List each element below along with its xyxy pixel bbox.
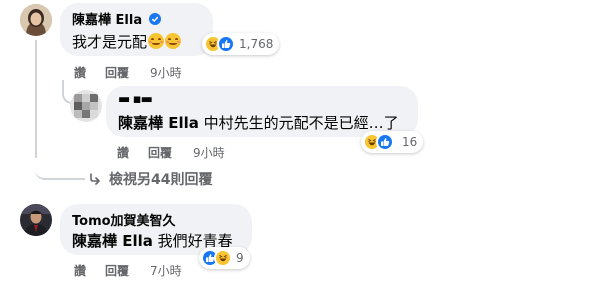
comment-author[interactable]: Tomo加賀美智久 (72, 210, 176, 229)
reaction-summary[interactable]: 9 (199, 247, 250, 269)
smiling-face-emoji-icon (148, 33, 165, 49)
smiling-face-emoji-icon (165, 33, 182, 49)
reaction-summary[interactable]: 1,768 (202, 33, 280, 55)
thread-line (35, 40, 37, 158)
reaction-count: 9 (236, 251, 244, 265)
mention-link[interactable]: 陳嘉樺 Ella (72, 232, 153, 250)
reply-button[interactable]: 回覆 (105, 64, 129, 81)
comment-timestamp[interactable]: 9小時 (150, 64, 182, 81)
avatar[interactable] (20, 204, 52, 236)
like-reaction-icon (376, 133, 394, 151)
verified-badge-icon (148, 13, 161, 25)
reply-button[interactable]: 回覆 (105, 262, 129, 279)
like-button[interactable]: 讚 (74, 64, 86, 81)
comment-text: 陳嘉樺 Ella 中村先生的元配不是已經…了 (118, 114, 399, 132)
view-more-replies[interactable]: 檢視另44則回覆 (89, 169, 212, 189)
reaction-count: 1,768 (239, 37, 274, 51)
mention-link[interactable]: 陳嘉樺 Ella (118, 114, 199, 132)
reply-arrow-icon (90, 173, 100, 185)
avatar-photo-icon (20, 204, 52, 236)
like-button[interactable]: 讚 (74, 262, 86, 279)
comment-timestamp[interactable]: 7小時 (150, 262, 182, 279)
thread-connector (35, 155, 85, 180)
pixelated-avatar-icon (70, 90, 102, 122)
avatar[interactable] (70, 90, 102, 122)
like-reaction-icon (217, 35, 235, 53)
reaction-summary[interactable]: 16 (361, 131, 424, 153)
like-button[interactable]: 讚 (117, 144, 129, 161)
avatar-photo-icon (20, 4, 52, 36)
comment-text: 我才是元配 (72, 31, 182, 52)
avatar[interactable] (20, 4, 52, 36)
comment-author[interactable]: ▬ ▪▬ (118, 92, 153, 107)
reply-button[interactable]: 回覆 (148, 144, 172, 161)
haha-reaction-icon (214, 249, 232, 267)
reaction-count: 16 (402, 135, 418, 149)
view-more-replies-label: 檢視另44則回覆 (109, 172, 213, 188)
comment-timestamp[interactable]: 9小時 (193, 144, 225, 161)
comment-author[interactable]: 陳嘉樺 Ella (72, 9, 161, 28)
